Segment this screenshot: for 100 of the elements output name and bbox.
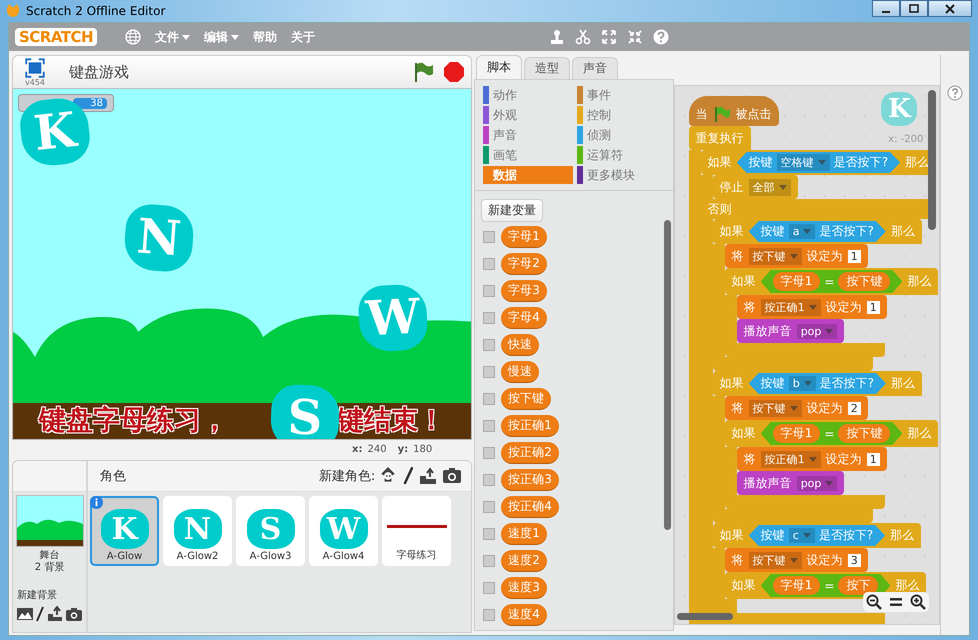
number-input[interactable]: 2 — [848, 402, 861, 414]
c-block-header[interactable]: 如果 按键 a 是否按下? 那么 — [712, 219, 922, 244]
sprite-tile[interactable]: N A-Glow2 — [163, 496, 232, 566]
checkbox[interactable] — [483, 609, 496, 621]
category-button[interactable]: 运算符 — [576, 146, 667, 164]
code-block[interactable]: 将 按正确1 设定为 1 — [736, 295, 887, 319]
code-block[interactable]: 停止 全部 — [712, 175, 798, 199]
c-block-header[interactable]: 重复执行 — [688, 126, 751, 150]
category-button[interactable]: 数据 — [483, 166, 573, 184]
stamp-icon[interactable] — [549, 29, 566, 45]
checkbox[interactable] — [483, 258, 496, 270]
block-dropdown[interactable]: 按正确1 — [760, 298, 821, 316]
sprite-tile[interactable]: 字母练习 — [382, 496, 451, 566]
code-block[interactable]: 将 按正确1 设定为 1 — [736, 447, 887, 471]
variable-reporter[interactable]: 按下键 — [838, 424, 890, 443]
variable-block[interactable]: 速度2 — [501, 550, 547, 572]
condition-block[interactable]: 字母1 = 按下键 — [760, 270, 902, 293]
block-dropdown[interactable]: pop — [796, 324, 838, 338]
block-dropdown[interactable]: a — [788, 224, 816, 239]
camera-icon[interactable] — [66, 606, 82, 622]
help-icon[interactable] — [947, 85, 964, 101]
sprite-tile[interactable]: S A-Glow3 — [236, 496, 305, 566]
category-button[interactable]: 事件 — [576, 86, 667, 104]
checkbox[interactable] — [483, 393, 496, 405]
code-block[interactable]: 将 按下键 设定为 1 — [724, 244, 868, 268]
checkbox[interactable] — [483, 582, 496, 594]
shrink-icon[interactable] — [627, 29, 644, 45]
variable-block[interactable]: 字母1 — [501, 226, 547, 248]
block-dropdown[interactable]: 按下键 — [748, 552, 802, 568]
variable-block[interactable]: 字母3 — [501, 280, 547, 302]
c-block-header[interactable]: 如果 按键 c 是否按下? 那么 — [712, 523, 922, 548]
c-block-header[interactable]: 如果 按键 b 是否按下? 那么 — [712, 371, 922, 396]
tab[interactable]: 声音 — [572, 57, 618, 79]
category-button[interactable]: 更多模块 — [576, 166, 667, 184]
scrollbar[interactable] — [676, 613, 733, 620]
variable-block[interactable]: 按正确3 — [501, 469, 559, 491]
landscape-icon[interactable] — [17, 606, 33, 622]
variable-block[interactable]: 慢速 — [501, 361, 540, 383]
scissors-icon[interactable] — [575, 29, 592, 45]
maximize-button[interactable] — [900, 0, 928, 17]
help-icon[interactable] — [653, 29, 670, 45]
camera-icon[interactable] — [443, 468, 462, 484]
variable-block[interactable]: 快速 — [501, 334, 540, 356]
minimize-button[interactable] — [872, 0, 900, 17]
c-block-header[interactable]: 如果 字母1 = 按下键 那么 — [724, 268, 938, 295]
block-dropdown[interactable]: 全部 — [748, 178, 791, 196]
category-button[interactable]: 侦测 — [576, 126, 667, 144]
letter-sprite[interactable]: N — [122, 202, 196, 274]
checkbox[interactable] — [483, 501, 496, 513]
category-button[interactable]: 动作 — [483, 86, 573, 104]
checkbox[interactable] — [483, 231, 496, 243]
variable-reporter[interactable]: 按下 — [838, 576, 878, 595]
variable-block[interactable]: 速度4 — [501, 604, 547, 626]
variable-reporter[interactable]: 字母1 — [772, 424, 820, 443]
condition-block[interactable]: 按键 a 是否按下? — [748, 221, 886, 242]
variable-block[interactable]: 速度1 — [501, 523, 547, 545]
checkbox[interactable] — [483, 339, 496, 351]
variable-block[interactable]: 字母4 — [501, 307, 547, 329]
category-button[interactable]: 外观 — [483, 106, 573, 124]
stage-thumbnail[interactable] — [16, 495, 84, 547]
c-block-header[interactable]: 如果 字母1 = 按下键 那么 — [724, 420, 938, 447]
code-block[interactable]: 将 按下键 设定为 2 — [724, 396, 868, 420]
variable-reporter[interactable]: 字母1 — [772, 272, 820, 291]
variable-block[interactable]: 按正确4 — [501, 496, 559, 518]
tab[interactable]: 造型 — [524, 57, 570, 79]
stop-icon[interactable] — [443, 61, 466, 83]
c-block-header[interactable]: 如果 字母1 = 按下 那么 — [724, 572, 926, 599]
variable-block[interactable]: 按正确2 — [501, 442, 559, 464]
block-dropdown[interactable]: 按下键 — [748, 248, 802, 264]
code-block[interactable]: 播放声音 pop — [736, 319, 844, 343]
number-input[interactable]: 1 — [866, 300, 880, 314]
block-dropdown[interactable]: 空格键 — [776, 154, 830, 171]
sprite-tile[interactable]: W A-Glow4 — [309, 496, 378, 566]
block-dropdown[interactable]: 按正确1 — [760, 450, 821, 468]
globe-icon[interactable] — [125, 29, 142, 45]
number-input[interactable]: 3 — [848, 554, 861, 566]
brush-icon[interactable] — [403, 467, 414, 485]
number-input[interactable]: 1 — [848, 250, 861, 262]
block-dropdown[interactable]: pop — [796, 476, 838, 490]
variable-reporter[interactable]: 字母1 — [772, 576, 820, 595]
checkbox[interactable] — [483, 366, 496, 378]
tab[interactable]: 脚本 — [476, 55, 522, 79]
sprite-tile[interactable]: K A-Glow — [90, 496, 159, 566]
variable-block[interactable]: 按下键 — [501, 388, 552, 410]
checkbox[interactable] — [483, 555, 496, 567]
checkbox[interactable] — [483, 420, 496, 432]
menu-item[interactable]: 编辑 — [204, 28, 240, 46]
grow-icon[interactable] — [601, 29, 618, 45]
number-input[interactable]: 1 — [866, 452, 880, 466]
menu-item[interactable]: 文件 — [155, 28, 190, 46]
checkbox[interactable] — [483, 285, 496, 297]
code-block[interactable]: 播放声音 pop — [736, 471, 844, 495]
checkbox[interactable] — [483, 528, 496, 540]
condition-block[interactable]: 字母1 = 按下 — [760, 574, 890, 597]
variable-block[interactable]: 按正确1 — [501, 415, 559, 437]
block-dropdown[interactable]: b — [788, 376, 816, 391]
condition-block[interactable]: 字母1 = 按下键 — [760, 422, 902, 445]
category-button[interactable]: 控制 — [576, 106, 667, 124]
condition-block[interactable]: 按键 b 是否按下? — [748, 373, 886, 394]
close-button[interactable] — [928, 0, 972, 17]
